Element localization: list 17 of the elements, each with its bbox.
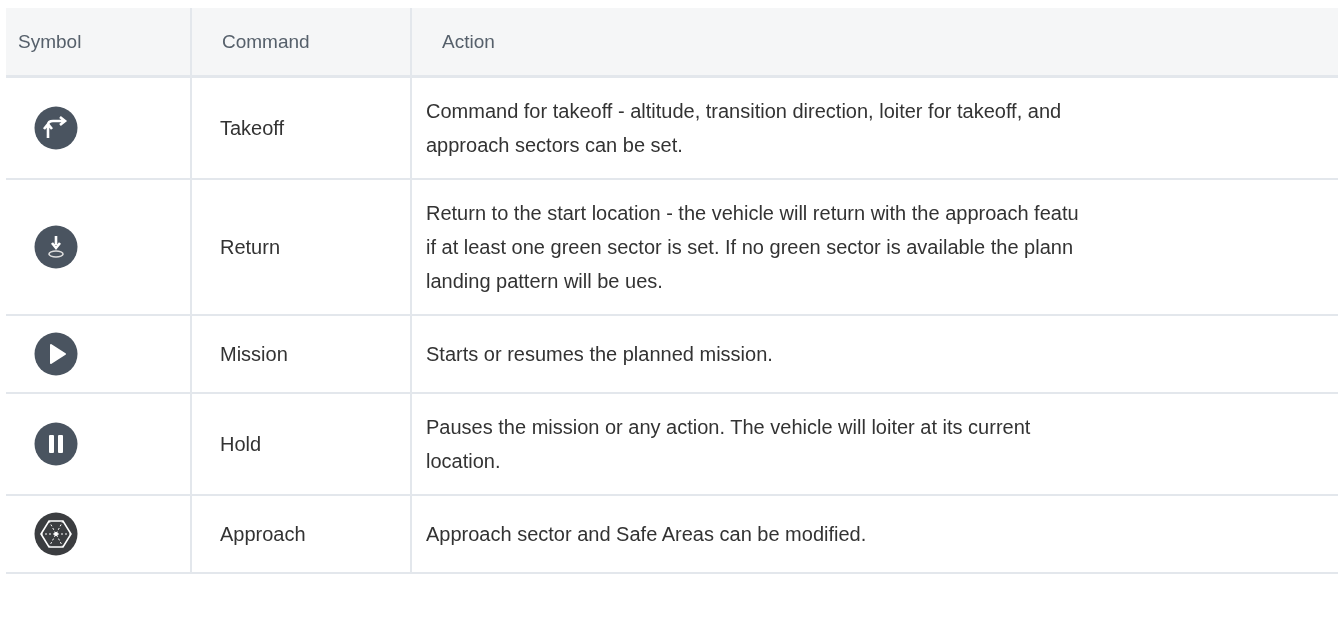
- command-name: Hold: [220, 432, 262, 456]
- command-name: Approach: [220, 522, 306, 546]
- play-icon: [34, 332, 78, 376]
- column-header: Command: [190, 8, 410, 78]
- command-name: Mission: [220, 342, 288, 366]
- command-name: Takeoff: [220, 116, 285, 140]
- action-description: Command for takeoff - altitude, transition direction, loiter for takeoff, and approach sectors can be set.: [426, 99, 1062, 158]
- action-description: Starts or resumes the planned mission.: [426, 342, 773, 367]
- column-header: Symbol: [6, 8, 190, 78]
- landing-icon: [34, 225, 78, 269]
- column-header: Action: [410, 8, 1338, 78]
- action-description: Approach sector and Safe Areas can be modified.: [426, 522, 867, 547]
- action-description: Pauses the mission or any action. The vehicle will loiter at its current location.: [426, 415, 1031, 474]
- pause-icon: [34, 422, 78, 466]
- command-name: Return: [220, 235, 281, 259]
- action-description: Return to the start location - the vehicle will return with the approach featu if at least one green sector is set. If no green sector is available the plann landing pattern will be ues.: [426, 201, 1079, 294]
- hexagon-web-icon: [34, 512, 78, 556]
